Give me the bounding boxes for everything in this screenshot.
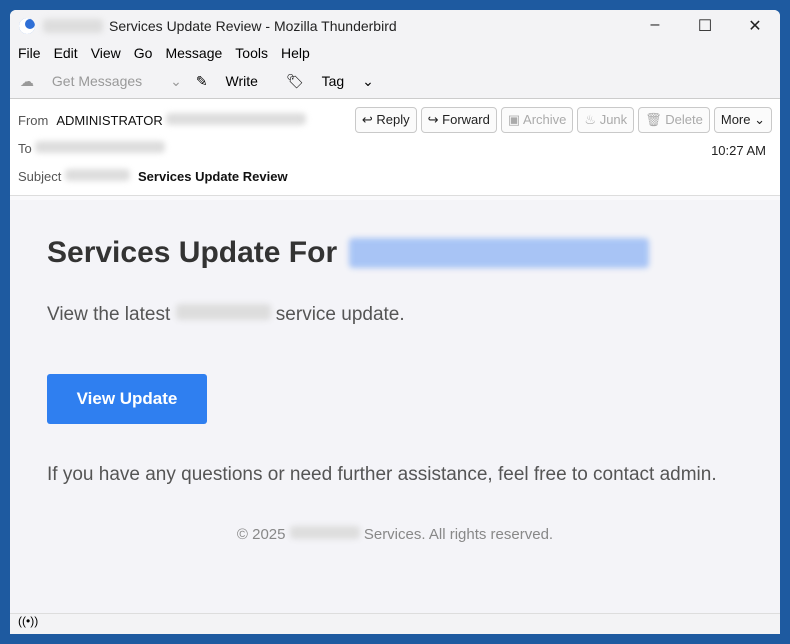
footer-a: © 2025 bbox=[236, 526, 286, 543]
thunderbird-window: Services Update Review - Mozilla Thunder… bbox=[10, 10, 780, 634]
window-title: Services Update Review - Mozilla Thunder… bbox=[109, 18, 397, 34]
cloud-download-icon: ☁ bbox=[20, 72, 38, 89]
thunderbird-logo-icon bbox=[19, 18, 35, 34]
tag-icon: 🏷 bbox=[285, 72, 308, 89]
email-heading: Services Update For bbox=[47, 236, 650, 270]
menu-tools[interactable]: Tools bbox=[235, 45, 268, 61]
redacted bbox=[43, 19, 103, 33]
menu-view[interactable]: View bbox=[91, 45, 121, 61]
forward-button[interactable]: ↪ Forward bbox=[420, 107, 497, 133]
title-bar: Services Update Review - Mozilla Thunder… bbox=[10, 10, 780, 42]
pencil-icon: ✎ bbox=[195, 72, 212, 89]
intro-text: View the latest service update. bbox=[47, 304, 405, 326]
redacted bbox=[166, 113, 307, 125]
to-label: To bbox=[18, 141, 32, 156]
maximize-button[interactable]: ☐ bbox=[680, 16, 730, 36]
email-footer: © 2025 Services. All rights reserved. bbox=[10, 526, 780, 543]
activity-icon[interactable]: ((•)) bbox=[18, 614, 38, 628]
redacted bbox=[65, 169, 130, 181]
chevron-down-icon[interactable]: ⌄ bbox=[170, 73, 182, 90]
archive-icon: ▣ bbox=[507, 112, 524, 127]
get-messages-button[interactable]: ☁ Get Messages bbox=[20, 73, 156, 90]
write-label: Write bbox=[225, 72, 258, 89]
email-body: Services Update For View the latest serv… bbox=[10, 200, 780, 614]
more-label: More bbox=[720, 112, 751, 127]
intro-a: View the latest bbox=[47, 304, 171, 325]
trash-icon: 🗑 bbox=[645, 112, 666, 127]
menu-bar: File Edit View Go Message Tools Help bbox=[10, 42, 780, 64]
status-bar: ((•)) bbox=[10, 613, 780, 634]
toolbar: ☁ Get Messages ⌄ ✎ Write 🏷 Tag ⌄ bbox=[10, 64, 780, 99]
reply-label: Reply bbox=[376, 112, 410, 127]
get-messages-label: Get Messages bbox=[51, 72, 143, 89]
junk-button[interactable]: ♨ Junk bbox=[577, 107, 635, 133]
delete-button[interactable]: 🗑 Delete bbox=[638, 107, 710, 133]
delete-label: Delete bbox=[665, 112, 703, 127]
redacted-email bbox=[349, 238, 650, 268]
close-button[interactable]: ✕ bbox=[730, 16, 780, 36]
reply-icon: ↩ bbox=[361, 112, 377, 127]
help-text: If you have any questions or need furthe… bbox=[47, 464, 717, 485]
view-update-button[interactable]: View Update bbox=[47, 374, 207, 424]
forward-label: Forward bbox=[442, 112, 490, 127]
menu-help[interactable]: Help bbox=[281, 45, 310, 61]
menu-file[interactable]: File bbox=[18, 45, 41, 61]
forward-icon: ↪ bbox=[427, 112, 443, 127]
from-value[interactable]: ADMINISTRATOR bbox=[56, 113, 162, 128]
from-label: From bbox=[18, 113, 49, 128]
reply-button[interactable]: ↩ Reply bbox=[354, 107, 417, 133]
menu-message[interactable]: Message bbox=[165, 45, 222, 61]
subject-label: Subject bbox=[18, 169, 62, 184]
footer-b: Services. All rights reserved. bbox=[363, 526, 554, 543]
write-button[interactable]: ✎ Write bbox=[196, 73, 272, 90]
archive-label: Archive bbox=[523, 112, 567, 127]
minimize-button[interactable]: – bbox=[630, 16, 680, 36]
message-header: From ADMINISTRATOR To Subject Services Up… bbox=[10, 99, 780, 196]
redacted bbox=[175, 304, 271, 320]
message-time: 10:27 AM bbox=[711, 143, 766, 158]
intro-b: service update. bbox=[275, 304, 405, 325]
more-button[interactable]: More ⌄ bbox=[713, 107, 772, 133]
heading-text: Services Update For bbox=[47, 236, 338, 269]
subject-value: Services Update Review bbox=[138, 169, 288, 184]
tag-label: Tag bbox=[321, 72, 345, 89]
junk-label: Junk bbox=[599, 112, 628, 127]
redacted bbox=[289, 526, 360, 539]
flame-icon: ♨ bbox=[584, 112, 600, 127]
redacted bbox=[35, 141, 166, 153]
menu-go[interactable]: Go bbox=[134, 45, 153, 61]
menu-edit[interactable]: Edit bbox=[54, 45, 78, 61]
tag-button[interactable]: 🏷 Tag ⌄ bbox=[286, 73, 374, 90]
archive-button[interactable]: ▣ Archive bbox=[500, 107, 574, 133]
